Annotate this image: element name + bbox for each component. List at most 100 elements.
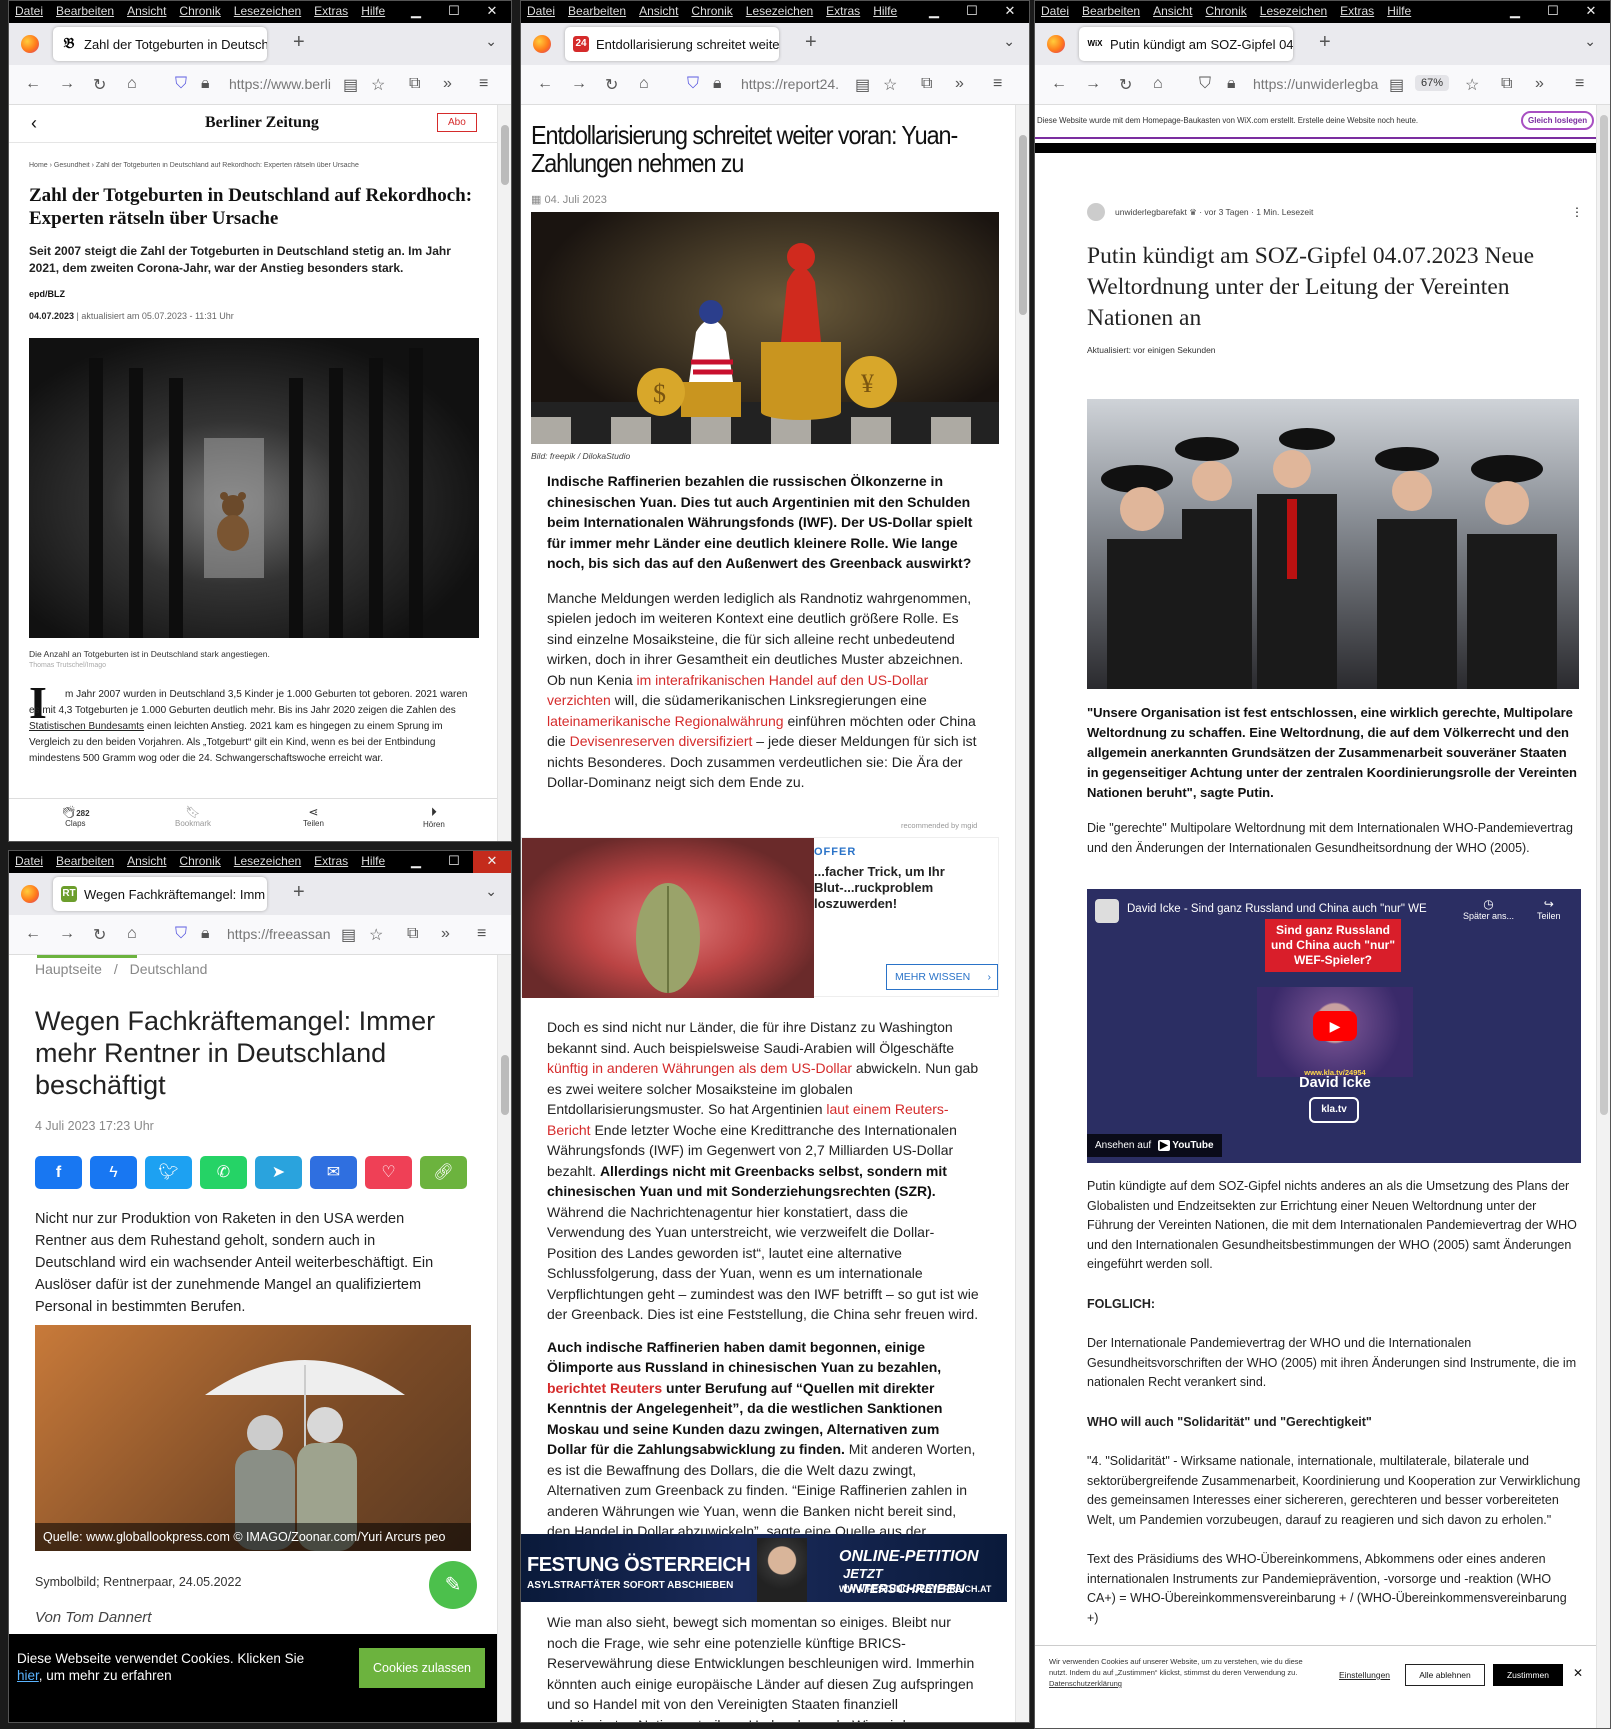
home-icon[interactable]: ⌂ <box>639 75 649 93</box>
minimize-icon[interactable]: ▁ <box>1496 1 1534 23</box>
whatsapp-share-button[interactable]: ✆ <box>200 1156 247 1189</box>
url-bar[interactable]: https://report24. <box>741 76 851 92</box>
accept-cookies-button[interactable]: Cookies zulassen <box>359 1648 485 1688</box>
bookmark-star-icon[interactable]: ☆ <box>371 75 385 95</box>
lock-icon[interactable]: 🔒︎ <box>1227 75 1236 93</box>
abo-button[interactable]: Abo <box>437 113 477 132</box>
listen-button[interactable]: ⏵ Hören <box>423 805 445 829</box>
extensions-icon[interactable]: ⧉ <box>1501 75 1512 93</box>
reload-icon[interactable]: ↻ <box>93 925 106 945</box>
destatis-link[interactable]: Statistischen Bundesamts <box>29 721 144 732</box>
extensions-icon[interactable]: ⧉ <box>921 75 932 93</box>
menu-ansicht[interactable]: Ansicht <box>127 854 166 868</box>
menu-bearbeiten[interactable]: Bearbeiten <box>56 854 114 868</box>
breadcrumb-category[interactable]: Deutschland <box>130 961 208 977</box>
scrollbar[interactable] <box>1015 105 1029 1722</box>
minimize-icon[interactable]: ▁ <box>397 851 435 873</box>
menu-extras[interactable]: Extras <box>314 854 348 868</box>
close-icon[interactable]: ✕ <box>473 1 511 23</box>
overflow-chevron-icon[interactable]: » <box>441 925 450 943</box>
link-berichtet-reuters[interactable]: berichtet Reuters <box>547 1380 662 1396</box>
hamburger-menu-icon[interactable]: ≡ <box>479 75 488 93</box>
forward-icon[interactable]: → <box>59 925 75 943</box>
scrollbar[interactable] <box>1596 105 1610 1728</box>
reject-all-button[interactable]: Alle ablehnen <box>1405 1664 1485 1686</box>
breadcrumb-home[interactable]: Hauptseite <box>35 961 102 977</box>
hamburger-menu-icon[interactable]: ≡ <box>993 75 1002 93</box>
hamburger-menu-icon[interactable]: ≡ <box>1575 75 1584 93</box>
menu-datei[interactable]: Datei <box>15 4 43 18</box>
menu-lesezeichen[interactable]: Lesezeichen <box>234 854 301 868</box>
link-regionalwaehrung[interactable]: lateinamerikanische Regionalwährung <box>547 713 784 729</box>
minimize-icon[interactable]: ▁ <box>397 1 435 23</box>
cookie-close-icon[interactable]: ✕ <box>1573 1666 1583 1680</box>
shield-icon[interactable]: ⛉ <box>687 75 699 93</box>
maximize-icon[interactable]: ☐ <box>435 1 473 23</box>
twitter-share-button[interactable]: 🐦︎ <box>145 1156 192 1189</box>
list-tabs-icon[interactable]: ⌄ <box>1003 33 1015 50</box>
reload-icon[interactable]: ↻ <box>93 75 106 95</box>
watch-on-youtube-button[interactable]: Ansehen auf ▶ YouTube <box>1087 1134 1222 1157</box>
back-chevron-icon[interactable]: ‹ <box>31 113 37 134</box>
chat-fab-button[interactable]: ✎ <box>429 1561 477 1609</box>
share-button[interactable]: ⋖ Teilen <box>303 805 324 828</box>
banner-ad-festung-oesterreich[interactable]: FESTUNG ÖSTERREICH ASYLSTRAFTÄTER SOFORT… <box>521 1534 1007 1602</box>
close-icon[interactable]: ✕ <box>1572 1 1610 23</box>
menu-lesezeichen[interactable]: Lesezeichen <box>1260 4 1327 18</box>
back-icon[interactable]: ← <box>537 75 553 93</box>
bookmark-star-icon[interactable]: ☆ <box>1465 75 1479 95</box>
maximize-icon[interactable]: ☐ <box>953 1 991 23</box>
maximize-icon[interactable]: ☐ <box>435 851 473 873</box>
accept-button[interactable]: Zustimmen <box>1493 1664 1563 1686</box>
home-icon[interactable]: ⌂ <box>1153 75 1163 93</box>
wix-get-started-button[interactable]: Gleich loslegen <box>1521 111 1595 130</box>
author-avatar[interactable] <box>1087 203 1105 221</box>
list-tabs-icon[interactable]: ⌄ <box>485 33 497 50</box>
forward-icon[interactable]: → <box>571 75 587 93</box>
video-title[interactable]: David Icke - Sind ganz Russland und Chin… <box>1127 903 1427 915</box>
menu-chronik[interactable]: Chronik <box>179 854 220 868</box>
tab-active[interactable]: RT Wegen Fachkräftemangel: Imm ✕ <box>53 877 267 911</box>
new-tab-icon[interactable]: + <box>293 881 305 904</box>
lock-icon[interactable]: 🔒︎ <box>201 75 210 93</box>
shield-icon[interactable]: ⛉ <box>1199 75 1211 93</box>
scrollbar[interactable] <box>497 955 511 1722</box>
menu-ansicht[interactable]: Ansicht <box>1153 4 1192 18</box>
menu-chronik[interactable]: Chronik <box>179 4 220 18</box>
claps-button[interactable]: 👏︎282 Claps <box>61 805 90 828</box>
bookmark-star-icon[interactable]: ☆ <box>369 925 383 945</box>
menu-ansicht[interactable]: Ansicht <box>127 4 166 18</box>
menu-hilfe[interactable]: Hilfe <box>361 4 385 18</box>
watch-later-button[interactable]: ◷ Später ans... <box>1463 897 1514 921</box>
post-more-icon[interactable]: ⋮ <box>1571 205 1583 219</box>
close-icon[interactable]: ✕ <box>473 851 511 873</box>
menu-bearbeiten[interactable]: Bearbeiten <box>568 4 626 18</box>
forward-icon[interactable]: → <box>1085 75 1101 93</box>
menu-extras[interactable]: Extras <box>314 4 348 18</box>
cookie-settings-link[interactable]: Einstellungen <box>1339 1670 1390 1680</box>
forward-icon[interactable]: → <box>59 75 75 93</box>
menu-bearbeiten[interactable]: Bearbeiten <box>56 4 114 18</box>
menu-hilfe[interactable]: Hilfe <box>361 854 385 868</box>
home-icon[interactable]: ⌂ <box>127 75 137 93</box>
tab-active[interactable]: WiX Putin kündigt am SOZ-Gipfel 04 ✕ <box>1079 27 1293 61</box>
close-icon[interactable]: ✕ <box>991 1 1029 23</box>
extensions-icon[interactable]: ⧉ <box>409 75 420 93</box>
youtube-play-button[interactable]: ▶ <box>1313 1011 1357 1041</box>
home-icon[interactable]: ⌂ <box>127 925 137 943</box>
reader-view-icon[interactable]: ▤ <box>343 75 358 95</box>
reader-view-icon[interactable]: ▤ <box>855 75 870 95</box>
bookmark-star-icon[interactable]: ☆ <box>883 75 897 95</box>
back-icon[interactable]: ← <box>25 925 41 943</box>
link-saudi-arabien[interactable]: künftig in anderen Währungen als dem US-… <box>547 1060 852 1076</box>
youtube-embed[interactable]: David Icke - Sind ganz Russland und Chin… <box>1087 889 1581 1163</box>
menu-chronik[interactable]: Chronik <box>691 4 732 18</box>
telegram-share-button[interactable]: ➤ <box>255 1156 302 1189</box>
tab-active[interactable]: 24 Entdollarisierung schreitet weite ✕ <box>565 27 779 61</box>
lock-icon[interactable]: 🔒︎ <box>713 75 722 93</box>
tab-active[interactable]: 𝔅 Zahl der Totgeburten in Deutschl ✕ <box>53 27 267 61</box>
ad-more-button[interactable]: MEHR WISSEN › <box>886 964 998 990</box>
reader-view-icon[interactable]: ▤ <box>1389 75 1404 95</box>
copy-link-button[interactable]: 🔗︎ <box>420 1156 467 1189</box>
menu-chronik[interactable]: Chronik <box>1205 4 1246 18</box>
